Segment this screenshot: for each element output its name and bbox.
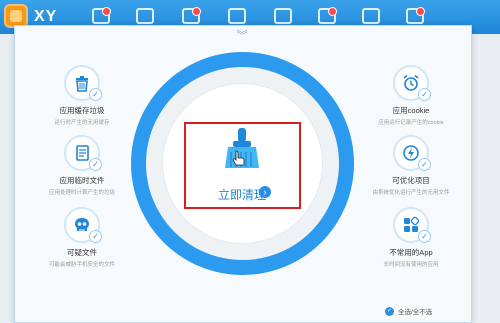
check-icon[interactable]: ✓ xyxy=(418,230,431,243)
nav-video-icon[interactable] xyxy=(318,7,337,24)
check-icon[interactable]: ✓ xyxy=(418,88,431,101)
check-icon[interactable]: ✓ xyxy=(89,88,102,101)
check-icon[interactable]: ✓ xyxy=(418,158,431,171)
item-title: 应用缓存垃圾 xyxy=(59,106,105,115)
nav-settings-icon[interactable] xyxy=(406,7,425,24)
app-grid-icon: ✓ xyxy=(393,207,431,243)
skull-icon: ✓ xyxy=(64,207,102,243)
item-title: 应用cookie xyxy=(392,106,430,115)
item-app-cache[interactable]: ✓ 应用缓存垃圾 运行时产生的无用缓存 xyxy=(17,65,147,126)
item-unused-apps[interactable]: ✓ 不常用的App 长时间没有使用的应用 xyxy=(346,207,476,268)
item-desc: 可能会威胁手机安全的文件 xyxy=(48,262,115,268)
app-brand: XY xyxy=(34,8,58,25)
pointer-cursor-icon xyxy=(232,150,245,166)
item-desc: 长时间没有使用的应用 xyxy=(383,262,439,268)
document-icon: ✓ xyxy=(64,135,102,171)
check-icon[interactable]: ✓ xyxy=(385,306,394,316)
clean-arrow-icon[interactable]: › xyxy=(259,186,271,198)
item-title: 应用临时文件 xyxy=(59,176,105,185)
item-desc: 应用运行记录产生的cookie xyxy=(378,120,444,126)
collapse-chevron-icon[interactable]: ︾ xyxy=(232,30,252,42)
item-title: 不常用的App xyxy=(389,248,433,257)
select-all-label: 全选/全不选 xyxy=(398,309,433,316)
nav-photo-icon[interactable] xyxy=(274,8,292,24)
item-suspicious-files[interactable]: ✓ 可疑文件 可能会威胁手机安全的文件 xyxy=(17,207,147,268)
item-desc: 由系统优化运行产生的无用文件 xyxy=(372,190,450,196)
select-all-toggle[interactable]: ✓ 全选/全不选 xyxy=(385,306,432,316)
item-desc: 运行时产生的无用缓存 xyxy=(54,120,110,126)
item-optimizable[interactable]: ✓ 可优化项目 由系统优化运行产生的无用文件 xyxy=(346,135,476,196)
check-icon[interactable]: ✓ xyxy=(89,230,102,243)
item-title: 可疑文件 xyxy=(67,248,97,257)
nav-apps-icon[interactable] xyxy=(92,7,111,24)
item-temp-files[interactable]: ✓ 应用临时文件 应用处理时计算产生的垃圾 xyxy=(17,135,147,196)
nav-tools-icon[interactable] xyxy=(362,8,380,24)
lightning-icon: ✓ xyxy=(393,135,431,171)
nav-games-icon[interactable] xyxy=(182,7,201,24)
nav-music-icon[interactable] xyxy=(136,8,154,24)
item-app-cookie[interactable]: ✓ 应用cookie 应用运行记录产生的cookie xyxy=(346,65,476,126)
check-icon[interactable]: ✓ xyxy=(89,158,102,171)
trash-icon: ✓ xyxy=(64,65,102,101)
item-desc: 应用处理时计算产生的垃圾 xyxy=(48,190,115,196)
alarm-clock-icon: ✓ xyxy=(393,65,431,101)
nav-ring-icon[interactable] xyxy=(228,8,246,24)
item-title: 可优化项目 xyxy=(392,176,430,185)
